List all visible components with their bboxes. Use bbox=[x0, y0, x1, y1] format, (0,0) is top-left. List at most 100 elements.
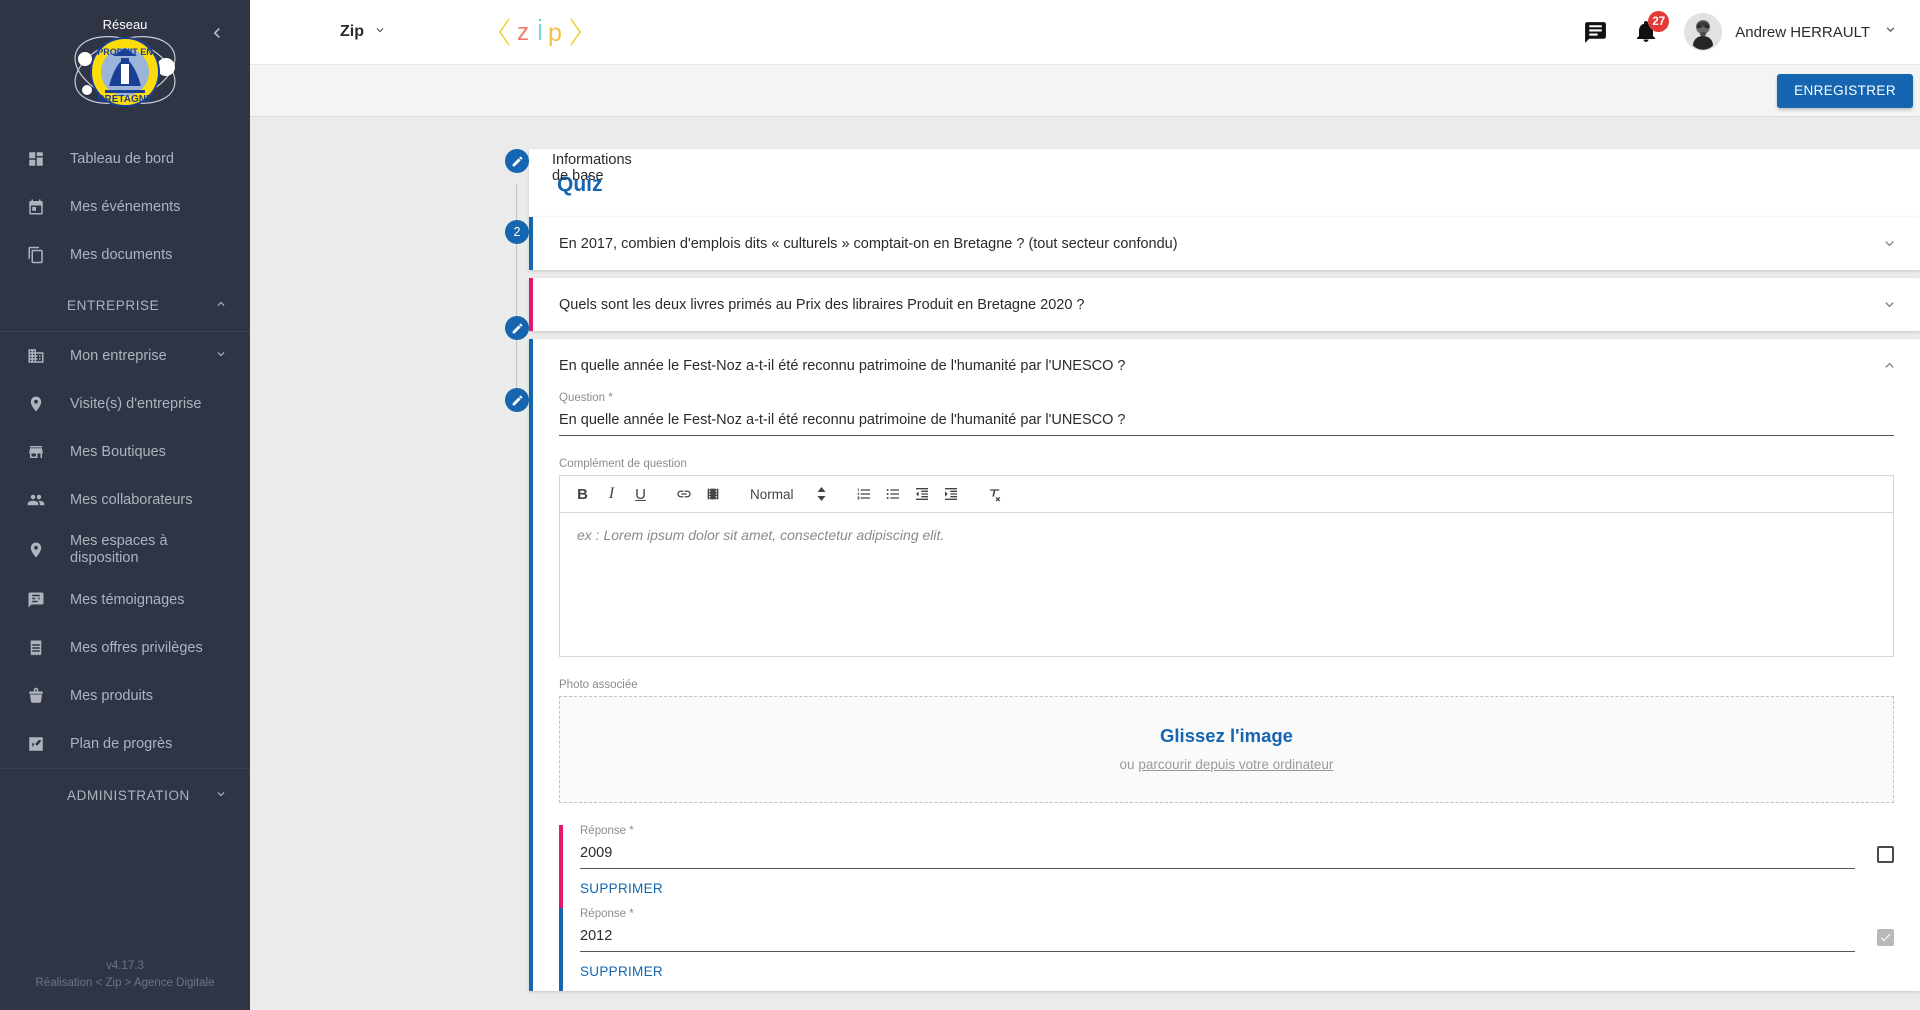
sidebar-item-mes-espaces-a-disposition[interactable]: Mes espaces à disposition bbox=[0, 524, 250, 576]
bold-button[interactable]: B bbox=[568, 480, 597, 509]
sidebar-item-mes-documents[interactable]: Mes documents bbox=[0, 231, 250, 279]
pencil-icon bbox=[511, 155, 524, 168]
answer-field-group: Réponse * bbox=[580, 825, 1855, 869]
format-select[interactable]: Normal bbox=[741, 486, 836, 502]
app-root: PRODUIT EN BRETAGNE Réseau Tableau de bo… bbox=[0, 0, 1920, 1010]
stepper-connector bbox=[516, 340, 517, 388]
question-header[interactable]: Quels sont les deux livres primés au Pri… bbox=[533, 278, 1920, 331]
question-row: En 2017, combien d'emplois dits « cultur… bbox=[529, 217, 1920, 270]
zip-brand-logo[interactable]: z p bbox=[497, 12, 583, 52]
content-area: Informations de base 2 Quiz Gain bbox=[250, 117, 1920, 1010]
save-button[interactable]: ENREGISTRER bbox=[1777, 74, 1913, 108]
sidebar: PRODUIT EN BRETAGNE Réseau Tableau de bo… bbox=[0, 0, 250, 1010]
italic-button[interactable]: I bbox=[597, 480, 626, 509]
sidebar-section-label: ENTREPRISE bbox=[67, 298, 159, 313]
question-field-label: Question * bbox=[559, 392, 1894, 404]
sidebar-item-mes-evenements[interactable]: Mes événements bbox=[0, 183, 250, 231]
wizard-stepper: Informations de base 2 Quiz Gain bbox=[250, 149, 505, 1010]
sidebar-item-label: Mes événements bbox=[70, 199, 180, 216]
chevron-up-icon bbox=[214, 297, 228, 314]
dropzone-subtitle: ou parcourir depuis votre ordinateur bbox=[560, 757, 1893, 772]
sidebar-item-label: Mes offres privilèges bbox=[70, 640, 203, 657]
answer-input[interactable] bbox=[580, 842, 1855, 869]
sidebar-item-tableau-de-bord[interactable]: Tableau de bord bbox=[0, 135, 250, 183]
avatar-photo-icon bbox=[1684, 13, 1722, 51]
sidebar-item-mes-collaborateurs[interactable]: Mes collaborateurs bbox=[0, 476, 250, 524]
sidebar-item-label: Mon entreprise bbox=[70, 348, 167, 365]
complement-field-label: Complément de question bbox=[559, 458, 1894, 470]
pencil-icon bbox=[511, 322, 524, 335]
image-dropzone[interactable]: Glissez l'image ou parcourir depuis votr… bbox=[559, 696, 1894, 803]
outdent-icon[interactable] bbox=[908, 480, 937, 509]
svg-text:p: p bbox=[548, 19, 562, 47]
answer-correct-checkbox[interactable] bbox=[1877, 929, 1894, 946]
delete-answer-button[interactable]: SUPPRIMER bbox=[580, 952, 671, 991]
dropzone-title: Glissez l'image bbox=[560, 725, 1893, 747]
chevron-down-icon[interactable] bbox=[1881, 235, 1898, 252]
check-icon bbox=[1879, 931, 1892, 944]
answer-input[interactable] bbox=[580, 925, 1855, 952]
format-select-value: Normal bbox=[750, 487, 794, 502]
sidebar-header: PRODUIT EN BRETAGNE Réseau bbox=[0, 0, 250, 135]
clear-format-icon[interactable] bbox=[980, 480, 1009, 509]
pin-icon bbox=[24, 392, 48, 416]
step-label: Informations de base bbox=[552, 149, 632, 184]
browse-files-link[interactable]: parcourir depuis votre ordinateur bbox=[1138, 757, 1333, 772]
question-header[interactable]: En quelle année le Fest-Noz a-t-il été r… bbox=[533, 339, 1920, 392]
chevron-left-icon bbox=[207, 23, 227, 43]
dashboard-icon bbox=[24, 147, 48, 171]
question-input[interactable] bbox=[559, 409, 1894, 436]
topbar: Zip z p bbox=[250, 0, 1920, 65]
video-icon[interactable] bbox=[698, 480, 727, 509]
sidebar-item-label: Mes collaborateurs bbox=[70, 492, 193, 509]
sidebar-item-plan-de-progres[interactable]: Plan de progrès bbox=[0, 720, 250, 768]
sidebar-item-mes-produits[interactable]: Mes produits bbox=[0, 672, 250, 720]
notifications-badge: 27 bbox=[1648, 11, 1669, 32]
link-icon[interactable] bbox=[669, 480, 698, 509]
chevron-down-icon[interactable] bbox=[1881, 296, 1898, 313]
answer-correct-checkbox[interactable] bbox=[1877, 846, 1894, 863]
question-text: En 2017, combien d'emplois dits « cultur… bbox=[559, 236, 1881, 252]
indent-icon[interactable] bbox=[937, 480, 966, 509]
question-edit-form: Question * Complément de question B bbox=[533, 392, 1920, 991]
photo-field-label: Photo associée bbox=[559, 679, 1894, 691]
sidebar-footer: v4.17.3 Réalisation < Zip > Agence Digit… bbox=[0, 958, 250, 1010]
sidebar-item-visites-entreprise[interactable]: Visite(s) d'entreprise bbox=[0, 380, 250, 428]
notifications-button[interactable]: 27 bbox=[1634, 20, 1658, 44]
sidebar-item-mes-temoignages[interactable]: Mes témoignages bbox=[0, 576, 250, 624]
sidebar-item-label: Mes Boutiques bbox=[70, 444, 166, 461]
sidebar-section-entreprise[interactable]: ENTREPRISE bbox=[0, 279, 250, 331]
answer-field-label: Réponse * bbox=[580, 825, 1855, 837]
editor-content[interactable]: ex : Lorem ipsum dolor sit amet, consect… bbox=[560, 513, 1893, 656]
step-marker bbox=[505, 149, 529, 173]
delete-answer-button[interactable]: SUPPRIMER bbox=[580, 869, 671, 908]
bullet-list-icon[interactable] bbox=[879, 480, 908, 509]
user-menu[interactable]: Andrew HERRAULT bbox=[1684, 13, 1898, 51]
svg-text:Réseau: Réseau bbox=[103, 17, 148, 32]
avatar bbox=[1684, 13, 1722, 51]
step-marker bbox=[505, 388, 529, 412]
brand-logo[interactable]: PRODUIT EN BRETAGNE Réseau bbox=[69, 12, 181, 124]
step-marker: 2 bbox=[505, 220, 529, 244]
context-select[interactable]: Zip bbox=[340, 23, 387, 42]
ordered-list-icon[interactable] bbox=[850, 480, 879, 509]
question-header[interactable]: En 2017, combien d'emplois dits « cultur… bbox=[533, 217, 1920, 270]
context-select-label: Zip bbox=[340, 23, 364, 41]
documents-icon bbox=[24, 243, 48, 267]
chevron-updown-icon bbox=[816, 486, 827, 502]
sidebar-section-administration[interactable]: ADMINISTRATION bbox=[0, 769, 250, 821]
sidebar-item-mes-boutiques[interactable]: Mes Boutiques bbox=[0, 428, 250, 476]
stepper-connector bbox=[516, 244, 517, 316]
sidebar-item-mon-entreprise[interactable]: Mon entreprise bbox=[0, 332, 250, 380]
sidebar-item-mes-offres-privileges[interactable]: Mes offres privilèges bbox=[0, 624, 250, 672]
underline-button[interactable]: U bbox=[626, 480, 655, 509]
receipt-icon bbox=[24, 636, 48, 660]
main-area: Zip z p bbox=[250, 0, 1920, 1010]
question-text: Quels sont les deux livres primés au Pri… bbox=[559, 297, 1881, 313]
sidebar-collapse-button[interactable] bbox=[206, 22, 228, 44]
messages-button[interactable] bbox=[1583, 20, 1608, 45]
answer-field-label: Réponse * bbox=[580, 908, 1855, 920]
chevron-up-icon[interactable] bbox=[1881, 357, 1898, 374]
sidebar-item-label: Visite(s) d'entreprise bbox=[70, 396, 201, 413]
topbar-right: 27 Andrew HERRAULT bbox=[1583, 13, 1898, 51]
